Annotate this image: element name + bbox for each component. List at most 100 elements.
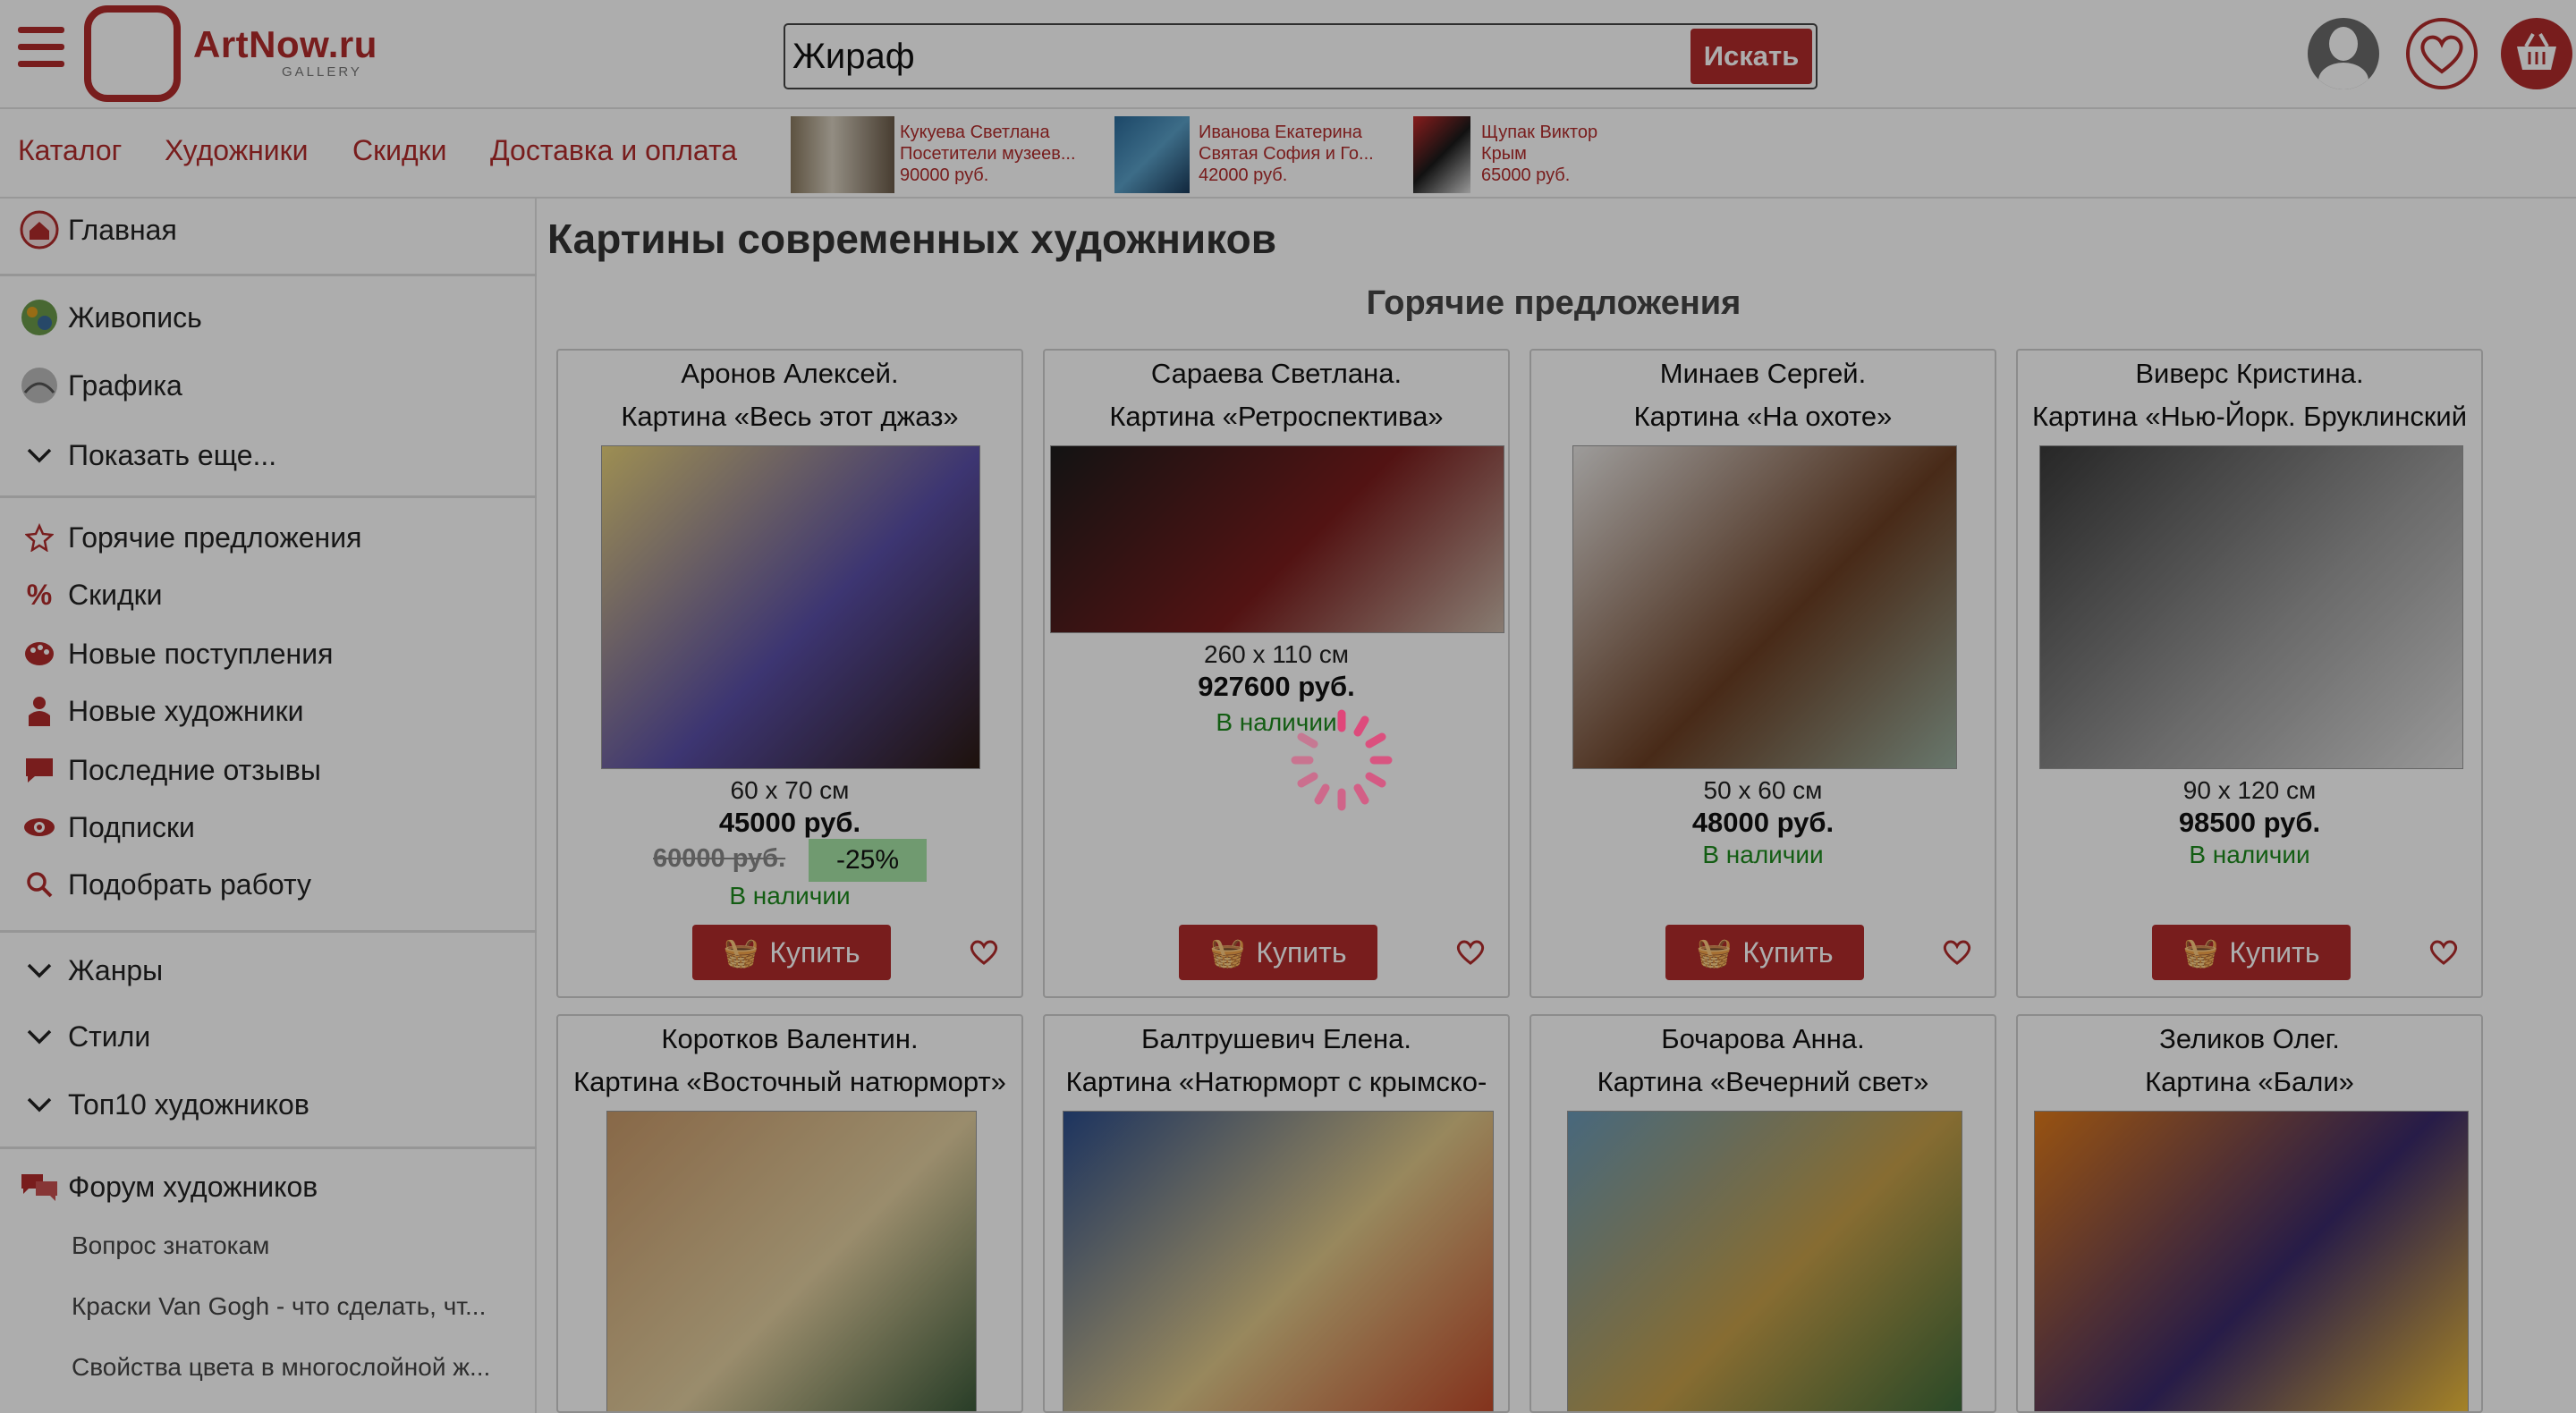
sidebar-item-home[interactable]: Главная <box>0 204 537 256</box>
sidebar-item-genres[interactable]: Жанры <box>0 944 537 996</box>
chevron-down-icon <box>20 1085 59 1124</box>
sidebar-item-subscriptions[interactable]: Подписки <box>0 801 537 853</box>
card-artist[interactable]: Коротков Валентин. <box>558 1023 1021 1055</box>
sidebar-item-new-artists[interactable]: Новые художники <box>0 685 537 737</box>
chat-icon <box>20 1167 59 1206</box>
forum-topic[interactable]: Свойства цвета в многослойной ж... <box>0 1341 537 1393</box>
card-title[interactable]: Картина «Нью-Йорк. Бруклинский <box>2018 401 2481 433</box>
home-icon <box>20 210 59 250</box>
star-icon <box>20 518 59 557</box>
search-button[interactable]: Искать <box>1690 29 1812 84</box>
chevron-down-icon <box>20 436 59 475</box>
discount-badge: -25% <box>809 839 927 882</box>
card-title[interactable]: Картина «Ретроспектива» <box>1045 401 1508 433</box>
recent-thumb[interactable] <box>791 116 894 193</box>
sidebar-item-painting[interactable]: Живопись <box>0 292 537 343</box>
sidebar-item-forum[interactable]: Форум художников <box>0 1161 537 1213</box>
recent-item[interactable]: Иванова Екатерина Святая София и Го... 420… <box>1199 122 1386 186</box>
cart-icon: 🧺 <box>723 936 759 969</box>
comment-icon <box>20 750 59 790</box>
card-size: 90 x 120 см <box>2182 776 2317 804</box>
artwork-image[interactable] <box>1572 445 1957 769</box>
artwork-image[interactable] <box>601 445 980 769</box>
logo-subtitle: GALLERY <box>282 64 362 80</box>
heart-icon[interactable] <box>1453 934 1488 969</box>
person-icon <box>20 691 59 731</box>
recent-item[interactable]: Щупак Виктор Крым 65000 руб. <box>1481 122 1669 186</box>
artwork-image[interactable] <box>1567 1111 1962 1411</box>
artwork-image[interactable] <box>2039 445 2463 769</box>
product-card[interactable]: Зеликов Олег. Картина «Бали» <box>2016 1014 2483 1413</box>
user-icon[interactable] <box>2308 18 2379 89</box>
forum-topic[interactable]: Вопрос знатокам <box>0 1220 537 1272</box>
sidebar-item-graphics[interactable]: Графика <box>0 360 537 411</box>
cart-icon[interactable] <box>2501 18 2572 89</box>
card-artist[interactable]: Зеликов Олег. <box>2018 1023 2481 1055</box>
menu-icon[interactable] <box>18 27 64 67</box>
card-title[interactable]: Картина «Весь этот джаз» <box>558 401 1021 433</box>
heart-icon[interactable] <box>2406 18 2478 89</box>
sidebar-item-new-arrivals[interactable]: Новые поступления <box>0 628 537 680</box>
sidebar-item-top10[interactable]: Топ10 художников <box>0 1079 537 1130</box>
product-card[interactable]: Виверс Кристина. Картина «Нью-Йорк. Брук… <box>2016 349 2483 998</box>
sidebar-item-discounts[interactable]: % Скидки <box>0 569 537 621</box>
cart-icon: 🧺 <box>2182 936 2219 969</box>
main-content: Картины современных художников Горячие п… <box>538 199 2576 1413</box>
sidebar-item-show-more[interactable]: Показать еще... <box>0 429 537 481</box>
product-card[interactable]: Бочарова Анна. Картина «Вечерний свет» <box>1530 1014 1996 1413</box>
card-title[interactable]: Картина «Восточный натюрморт» <box>558 1066 1021 1098</box>
graphics-icon <box>20 366 59 405</box>
card-artist[interactable]: Минаев Сергей. <box>1531 358 1995 390</box>
card-title[interactable]: Картина «Бали» <box>2018 1066 2481 1098</box>
card-artist[interactable]: Виверс Кристина. <box>2018 358 2481 390</box>
stock-status: В наличии <box>1702 841 1824 868</box>
artwork-image[interactable] <box>1063 1111 1494 1411</box>
recent-thumb[interactable] <box>1114 116 1190 193</box>
stock-status: В наличии <box>729 882 851 910</box>
heart-icon[interactable] <box>2426 934 2462 969</box>
nav-artists[interactable]: Художники <box>165 134 309 167</box>
search-input[interactable] <box>792 30 1687 82</box>
divider <box>0 930 537 933</box>
artwork-image[interactable] <box>1050 445 1504 633</box>
heart-icon[interactable] <box>966 934 1002 969</box>
nav-catalog[interactable]: Каталог <box>18 134 122 167</box>
sidebar-item-pick-work[interactable]: Подобрать работу <box>0 859 537 910</box>
search-box: Искать <box>784 23 1818 89</box>
card-artist[interactable]: Сараева Светлана. <box>1045 358 1508 390</box>
nav-delivery[interactable]: Доставка и оплата <box>490 134 737 167</box>
card-title[interactable]: Картина «Вечерний свет» <box>1531 1066 1995 1098</box>
artwork-image[interactable] <box>606 1111 977 1411</box>
product-card[interactable]: Коротков Валентин. Картина «Восточный на… <box>556 1014 1023 1413</box>
site-header: ArtNow.ru GALLERY Искать <box>0 0 2576 109</box>
logo-icon[interactable] <box>84 5 181 102</box>
nav-discounts[interactable]: Скидки <box>352 134 447 167</box>
sidebar-item-hot-offers[interactable]: Горячие предложения <box>0 512 537 563</box>
buy-button[interactable]: 🧺 Купить <box>1665 925 1864 980</box>
card-price: 48000 руб. <box>1691 807 1835 838</box>
card-artist[interactable]: Балтрушевич Елена. <box>1045 1023 1508 1055</box>
forum-topic[interactable]: Краски Van Gogh - что сделать, чт... <box>0 1281 537 1333</box>
product-card[interactable]: Аронов Алексей. Картина «Весь этот джаз»… <box>556 349 1023 998</box>
logo-text[interactable]: ArtNow.ru <box>193 23 377 66</box>
card-artist[interactable]: Аронов Алексей. <box>558 358 1021 390</box>
artwork-image[interactable] <box>2034 1111 2469 1411</box>
product-card[interactable]: Минаев Сергей. Картина «На охоте» 50 x 6… <box>1530 349 1996 998</box>
product-card[interactable]: Сараева Светлана. Картина «Ретроспектива… <box>1043 349 1510 998</box>
card-size: 60 x 70 см <box>730 776 850 804</box>
heart-icon[interactable] <box>1939 934 1975 969</box>
recent-thumb[interactable] <box>1413 116 1470 193</box>
card-title[interactable]: Картина «Натюрморт с крымско- <box>1045 1066 1508 1098</box>
recent-item[interactable]: Кукуева Светлана Посетители музеев... 9000… <box>900 122 1088 186</box>
buy-button[interactable]: 🧺 Купить <box>2152 925 2351 980</box>
old-price: 60000 руб. <box>653 844 786 873</box>
card-artist[interactable]: Бочарова Анна. <box>1531 1023 1995 1055</box>
cart-icon: 🧺 <box>1696 936 1733 969</box>
buy-button[interactable]: 🧺 Купить <box>692 925 891 980</box>
sidebar-item-reviews[interactable]: Последние отзывы <box>0 744 537 796</box>
painting-icon <box>20 298 59 337</box>
sidebar-item-styles[interactable]: Стили <box>0 1011 537 1062</box>
card-title[interactable]: Картина «На охоте» <box>1531 401 1995 433</box>
buy-button[interactable]: 🧺 Купить <box>1179 925 1377 980</box>
product-card[interactable]: Балтрушевич Елена. Картина «Натюрморт с … <box>1043 1014 1510 1413</box>
